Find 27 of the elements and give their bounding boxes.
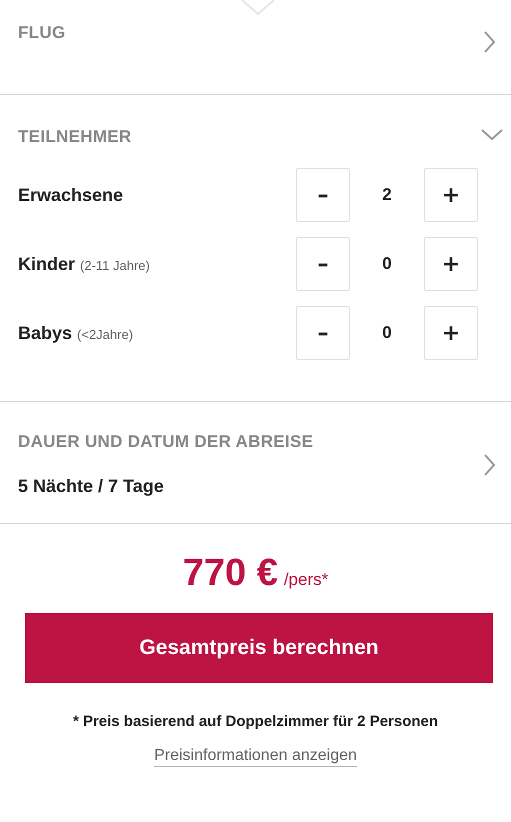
price-info-link[interactable]: Preisinformationen anzeigen — [154, 747, 357, 767]
count-value: 2 — [381, 185, 393, 205]
decrement-button[interactable]: – — [296, 237, 350, 291]
chevron-down-icon[interactable] — [481, 129, 503, 141]
section-title: TEILNEHMER — [18, 127, 132, 147]
participant-label: Erwachsene — [18, 184, 124, 204]
decrement-button[interactable]: – — [296, 168, 350, 222]
calculate-button[interactable]: Gesamtpreis berechnen — [25, 613, 493, 683]
age-note: (2-11 Jahre) — [80, 258, 150, 272]
price-unit: /pers* — [284, 570, 328, 589]
count-value: 0 — [381, 254, 393, 274]
decrement-button[interactable]: – — [296, 306, 350, 360]
increment-button[interactable]: + — [424, 168, 478, 222]
duration-value: 5 Nächte / 7 Tage — [18, 476, 165, 497]
chevron-right-icon[interactable] — [484, 454, 496, 476]
chevron-right-icon[interactable] — [484, 31, 496, 53]
section-title: DAUER UND DATUM DER ABREISE — [18, 432, 314, 452]
price-amount: 770 € — [182, 552, 278, 594]
section-title: FLUG — [18, 23, 66, 43]
increment-button[interactable]: + — [424, 306, 478, 360]
count-value: 0 — [381, 323, 393, 343]
pointer-notch-icon — [241, 0, 275, 16]
participant-label: Babys — [18, 322, 72, 342]
increment-button[interactable]: + — [424, 237, 478, 291]
age-note: (<2Jahre) — [77, 326, 134, 342]
participant-label: Kinder — [18, 254, 76, 274]
footnote: * Preis basierend auf Doppelzimmer für 2 Personen — [72, 713, 440, 730]
